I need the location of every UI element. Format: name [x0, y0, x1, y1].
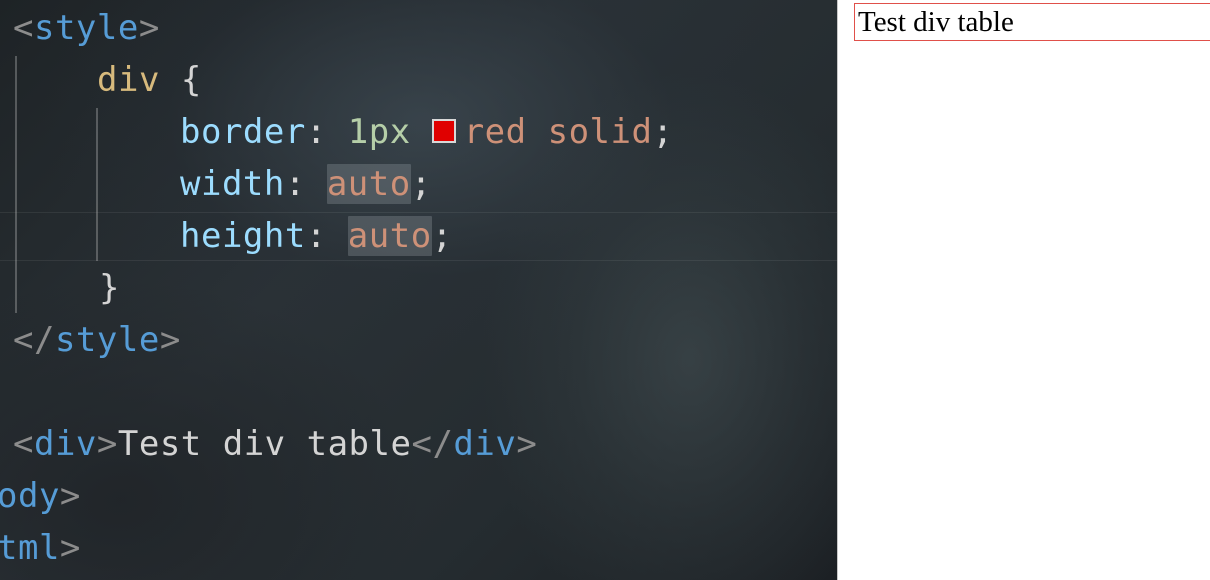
code-editor[interactable]: <style> div { border: 1px red solid; wid… [0, 0, 837, 580]
code-value-highlighted: auto [347, 216, 432, 256]
preview-pane: Test div table [838, 0, 1210, 580]
code-colon: : [284, 164, 306, 204]
code-value: red [463, 112, 527, 152]
screen: <style> div { border: 1px red solid; wid… [0, 0, 1210, 580]
code-tag-name: div [453, 424, 517, 464]
code-punctuation: > [138, 8, 160, 48]
code-property: border [180, 112, 306, 152]
code-tag-name: style [33, 8, 139, 48]
code-line-div-element[interactable]: <div>Test div table</div> [13, 418, 537, 470]
code-punctuation: > [59, 528, 81, 568]
code-line-width[interactable]: width: auto; [180, 158, 432, 210]
code-line-height[interactable]: height: auto; [180, 210, 453, 262]
code-selector: div [97, 60, 160, 100]
code-punctuation: > [96, 424, 118, 464]
code-number: 1px [347, 112, 411, 152]
code-punctuation: > [516, 424, 538, 464]
code-punctuation: < [13, 424, 34, 464]
code-punctuation: </ [411, 424, 454, 464]
code-tag-name: tml [0, 528, 60, 568]
code-punctuation: > [159, 320, 181, 360]
code-value-highlighted: auto [326, 164, 411, 204]
code-semicolon: ; [431, 216, 453, 256]
code-line-body-close[interactable]: ody> [0, 470, 81, 522]
code-colon: : [305, 216, 327, 256]
code-value: solid [547, 112, 653, 152]
code-line-style-close[interactable]: </style> [13, 314, 181, 366]
color-swatch-icon[interactable] [431, 118, 456, 143]
code-semicolon: ; [652, 112, 674, 152]
code-colon: : [305, 112, 327, 152]
code-line-close-brace[interactable]: } [99, 262, 120, 314]
code-tag-name: ody [0, 476, 60, 516]
code-brace: { [180, 60, 202, 100]
code-brace: } [99, 268, 120, 308]
code-tag-name: style [54, 320, 160, 360]
code-property: width [180, 164, 285, 204]
code-punctuation: </ [13, 320, 55, 360]
indent-guide-outer [15, 56, 17, 313]
code-text-content: Test div table [117, 424, 412, 464]
code-line-border[interactable]: border: 1px red solid; [180, 106, 673, 158]
code-line-div-selector[interactable]: div { [97, 54, 202, 106]
code-property: height [180, 216, 306, 256]
code-tag-name: div [33, 424, 97, 464]
indent-guide-inner [96, 108, 98, 261]
code-punctuation: > [59, 476, 81, 516]
code-line-html-close[interactable]: tml> [0, 522, 81, 574]
code-semicolon: ; [410, 164, 432, 204]
code-line-style-open[interactable]: <style> [13, 2, 160, 54]
code-punctuation: < [13, 8, 34, 48]
rendered-test-div: Test div table [854, 3, 1210, 41]
